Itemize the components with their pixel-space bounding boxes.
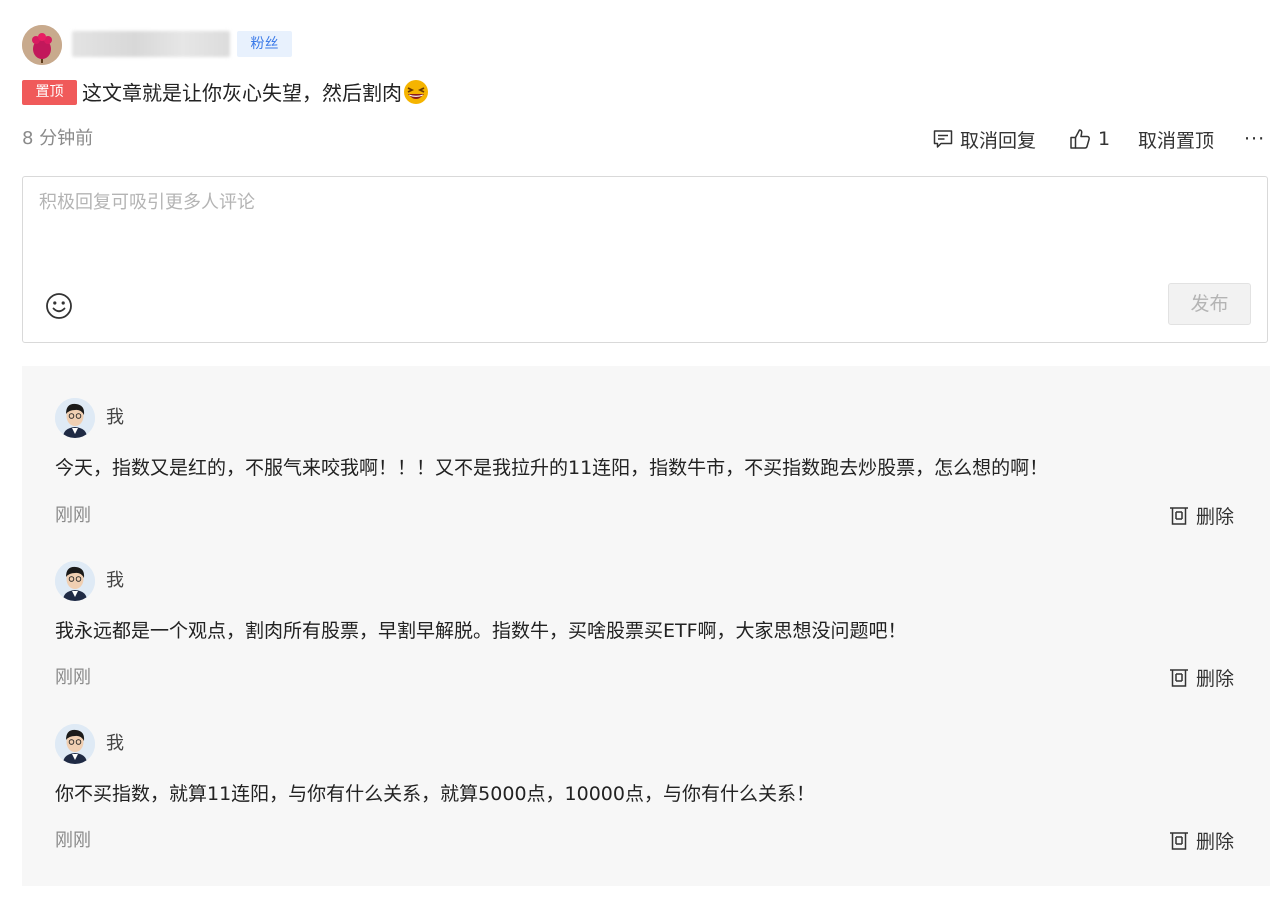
cancel-reply-label: 取消回复 xyxy=(960,129,1037,152)
cancel-pin-label: 取消置顶 xyxy=(1138,129,1215,152)
reply-author: 我 xyxy=(106,570,124,591)
reply-author: 我 xyxy=(106,407,124,428)
reply-time: 刚刚 xyxy=(55,667,91,688)
delete-label: 删除 xyxy=(1196,667,1235,690)
cancel-reply-button[interactable]: 取消回复 xyxy=(932,124,1036,154)
smile-icon[interactable] xyxy=(44,291,74,321)
reply-text: 你不买指数，就算11连阳，与你有什么关系，就算5000点，10000点，与你有什… xyxy=(55,783,815,805)
pinned-badge: 置顶 xyxy=(22,80,77,105)
cancel-pin-button[interactable]: 取消置顶 xyxy=(1138,124,1214,154)
reply-time: 刚刚 xyxy=(55,830,91,851)
reply-avatar[interactable] xyxy=(55,561,95,601)
comment-text: 这文章就是让你灰心失望，然后割肉 xyxy=(82,78,429,108)
like-button[interactable]: 1 xyxy=(1068,124,1110,154)
delete-reply-button[interactable]: 删除 xyxy=(1168,663,1234,691)
comment-text-content: 这文章就是让你灰心失望，然后割肉 xyxy=(82,81,402,105)
delete-label: 删除 xyxy=(1196,830,1235,853)
avatar-image xyxy=(55,724,95,764)
publish-button[interactable]: 发布 xyxy=(1168,283,1251,325)
avatar-image xyxy=(22,25,62,65)
thumbs-up-icon xyxy=(1070,129,1090,149)
delete-reply-button[interactable]: 删除 xyxy=(1168,826,1234,854)
reply-avatar[interactable] xyxy=(55,398,95,438)
reply-time: 刚刚 xyxy=(55,505,91,526)
username-blurred xyxy=(72,31,230,57)
reply-author: 我 xyxy=(106,733,124,754)
more-icon: ··· xyxy=(1244,128,1266,150)
fan-badge: 粉丝 xyxy=(237,31,292,57)
delete-label: 删除 xyxy=(1196,505,1235,528)
delete-reply-button[interactable]: 删除 xyxy=(1168,501,1234,529)
user-avatar[interactable] xyxy=(22,25,62,65)
more-options-button[interactable]: ··· xyxy=(1244,124,1265,154)
comment-time: 8 分钟前 xyxy=(22,128,94,149)
like-count: 1 xyxy=(1098,128,1111,150)
reply-avatar[interactable] xyxy=(55,724,95,764)
trash-icon xyxy=(1170,832,1188,850)
comment-icon xyxy=(933,130,953,148)
grinning-squint-emoji-icon xyxy=(404,80,428,104)
reply-text: 我永远都是一个观点，割肉所有股票，早割早解脱。指数牛，买啥股票买ETF啊，大家思… xyxy=(55,620,907,642)
reply-text: 今天，指数又是红的，不服气来咬我啊！！！又不是我拉升的11连阳，指数牛市，不买指… xyxy=(55,457,1049,479)
reply-placeholder: 积极回复可吸引更多人评论 xyxy=(39,192,255,213)
trash-icon xyxy=(1170,669,1188,687)
avatar-image xyxy=(55,561,95,601)
trash-icon xyxy=(1170,507,1188,525)
avatar-image xyxy=(55,398,95,438)
